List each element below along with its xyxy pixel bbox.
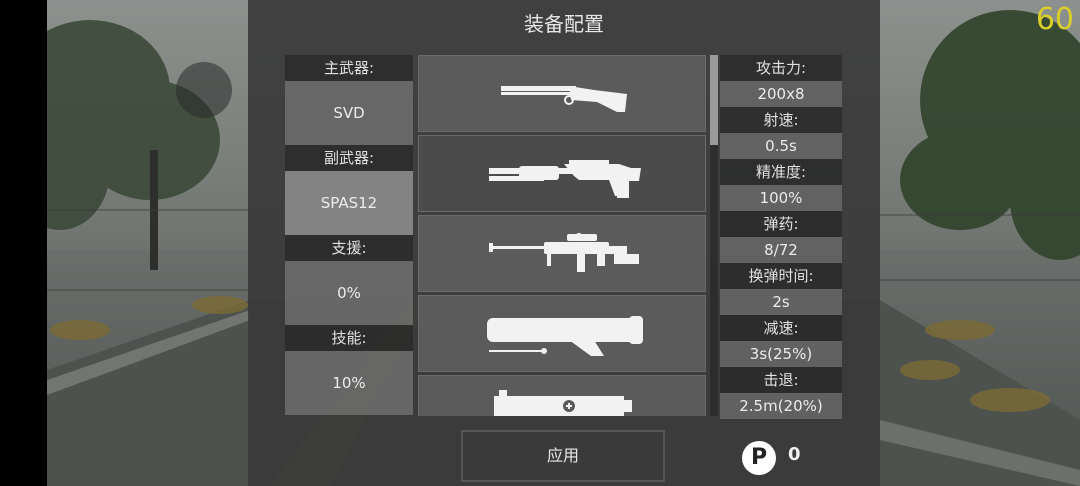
scrollbar-thumb[interactable] bbox=[710, 55, 718, 145]
stat-label: 攻击力: bbox=[720, 55, 842, 81]
support-slot[interactable]: 0% bbox=[285, 261, 413, 325]
weapon-list-scrollbar[interactable] bbox=[710, 55, 718, 416]
apply-button[interactable]: 应用 bbox=[461, 430, 665, 482]
stat-label: 弹药: bbox=[720, 211, 842, 237]
letterbox-left bbox=[0, 0, 47, 486]
weapon-card[interactable] bbox=[418, 55, 706, 132]
skill-slot[interactable]: 10% bbox=[285, 351, 413, 415]
points-count: 0 bbox=[788, 444, 801, 465]
stat-value: 2.5m(20%) bbox=[720, 393, 842, 419]
stat-label: 减速: bbox=[720, 315, 842, 341]
stats-column: 攻击力: 200x8 射速: 0.5s 精准度: 100% 弹药: 8/72 换… bbox=[720, 55, 842, 419]
stat-label: 击退: bbox=[720, 367, 842, 393]
stat-label: 换弹时间: bbox=[720, 263, 842, 289]
points-coin-icon: P bbox=[742, 441, 776, 475]
stat-label: 精准度: bbox=[720, 159, 842, 185]
secondary-weapon-label: 副武器: bbox=[285, 145, 413, 171]
chat-icon[interactable] bbox=[176, 62, 232, 118]
pump-shotgun-icon bbox=[489, 160, 641, 198]
panel-title: 装备配置 bbox=[524, 12, 604, 36]
stat-value: 100% bbox=[720, 185, 842, 211]
heavy-gun-icon bbox=[494, 390, 632, 416]
energy-rifle-icon bbox=[487, 316, 643, 356]
weapon-list[interactable] bbox=[418, 55, 706, 416]
weapon-card[interactable] bbox=[418, 135, 706, 212]
weapon-card[interactable] bbox=[418, 295, 706, 372]
primary-weapon-label: 主武器: bbox=[285, 55, 413, 81]
primary-weapon-slot[interactable]: SVD bbox=[285, 81, 413, 145]
loadout-column: 主武器: SVD 副武器: SPAS12 支援: 0% 技能: 10% bbox=[285, 55, 413, 415]
sniper-rifle-icon bbox=[489, 233, 639, 272]
fps-counter: 60 bbox=[1035, 2, 1074, 37]
secondary-weapon-slot[interactable]: SPAS12 bbox=[285, 171, 413, 235]
equipment-panel: 装备配置 主武器: SVD 副武器: SPAS12 支援: 0% 技能: 10% bbox=[248, 0, 880, 486]
skill-label: 技能: bbox=[285, 325, 413, 351]
support-label: 支援: bbox=[285, 235, 413, 261]
weapon-card[interactable] bbox=[418, 215, 706, 292]
stat-value: 8/72 bbox=[720, 237, 842, 263]
double-barrel-shotgun-icon bbox=[501, 86, 627, 112]
weapon-card[interactable] bbox=[418, 375, 706, 416]
stat-value: 3s(25%) bbox=[720, 341, 842, 367]
stat-value: 2s bbox=[720, 289, 842, 315]
stat-value: 200x8 bbox=[720, 81, 842, 107]
stat-value: 0.5s bbox=[720, 133, 842, 159]
stat-label: 射速: bbox=[720, 107, 842, 133]
